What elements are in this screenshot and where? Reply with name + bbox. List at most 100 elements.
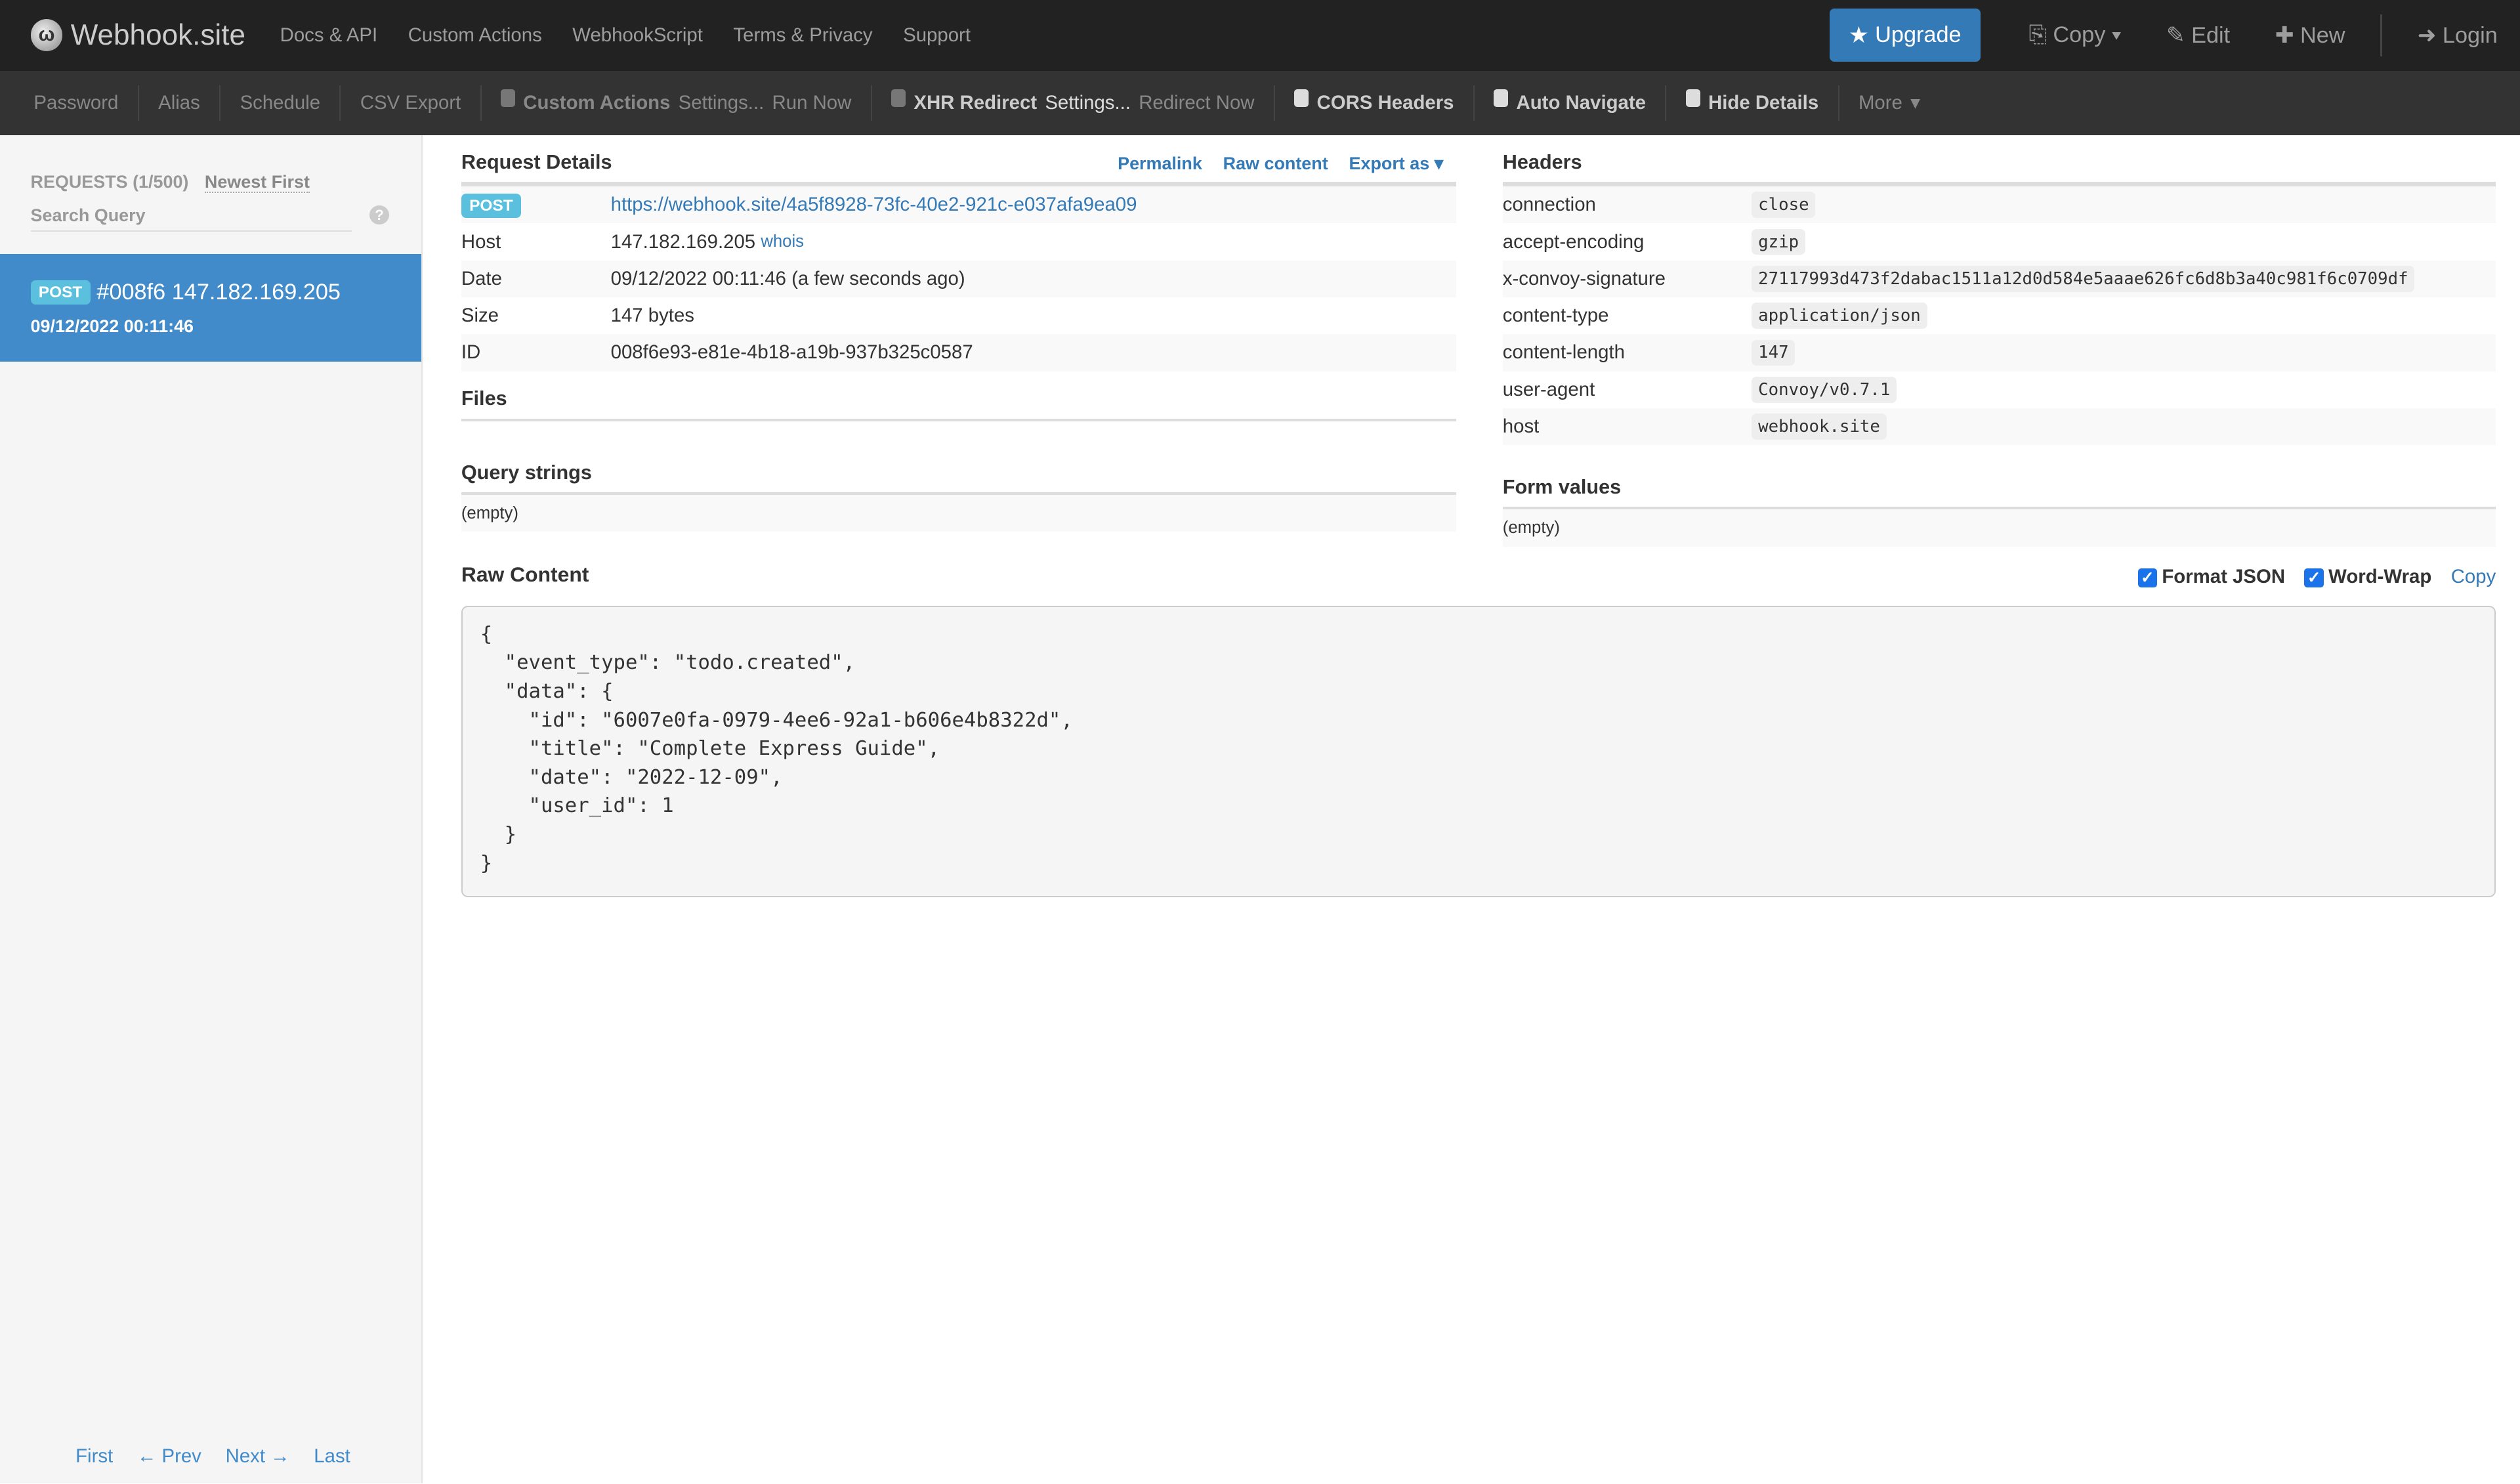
- edit-icon: ✎: [2166, 22, 2192, 48]
- headers-panel: Headers connection close accept-encoding gz…: [1502, 135, 2496, 547]
- format-json-label: Format JSON: [2162, 566, 2286, 588]
- custom-actions-checkbox[interactable]: [501, 89, 516, 107]
- xhr-redirect-label: XHR Redirect: [914, 91, 1038, 114]
- format-json-toggle[interactable]: ✓ Format JSON: [2137, 566, 2286, 588]
- permalink-link[interactable]: Permalink: [1118, 154, 1202, 174]
- detail-key: Host: [461, 230, 501, 253]
- help-icon[interactable]: ?: [369, 205, 389, 224]
- copy-button[interactable]: ⎘ Copy ▾: [2028, 22, 2121, 48]
- top-navbar: ω Webhook.site Docs & API Custom Actions …: [0, 0, 2520, 71]
- header-key: content-type: [1502, 305, 1609, 327]
- detail-row: Size 147 bytes: [461, 297, 1456, 334]
- upgrade-button[interactable]: ★ Upgrade: [1829, 9, 1981, 62]
- word-wrap-toggle[interactable]: ✓ Word-Wrap: [2304, 566, 2431, 588]
- login-button[interactable]: ➜ Login: [2418, 22, 2498, 49]
- raw-content-link[interactable]: Raw content: [1223, 154, 1328, 174]
- header-row: connection close: [1502, 186, 2496, 224]
- nav-terms[interactable]: Terms & Privacy: [733, 24, 872, 47]
- header-row: host webhook.site: [1502, 408, 2496, 446]
- next-page-link[interactable]: Next →: [226, 1445, 290, 1468]
- password-button[interactable]: Password: [14, 85, 139, 121]
- request-time: 09/12/2022 00:11:46: [30, 316, 194, 337]
- search-input[interactable]: Search Query?: [30, 205, 389, 232]
- header-key: accept-encoding: [1502, 230, 1645, 253]
- search-placeholder: Search Query: [30, 205, 146, 225]
- custom-actions-settings[interactable]: Settings...: [679, 92, 765, 114]
- edit-button[interactable]: ✎ Edit: [2166, 22, 2230, 49]
- export-as-dropdown[interactable]: Export as ▾: [1349, 154, 1444, 174]
- detail-row: Date 09/12/2022 00:11:46 (a few seconds a…: [461, 260, 1456, 297]
- whois-link[interactable]: whois: [761, 232, 804, 251]
- header-row: user-agent Convoy/v0.7.1: [1503, 371, 2496, 408]
- csv-export-button[interactable]: CSV Export: [341, 85, 482, 121]
- checkbox-checked-icon: ✓: [2304, 568, 2324, 588]
- files-heading: Files: [461, 387, 507, 410]
- copy-label: Copy: [2053, 22, 2106, 48]
- header-row: x-convoy-signature 27117993d473f2dabac151…: [1502, 260, 2496, 297]
- header-row: content-length 147: [1502, 334, 2496, 371]
- caret-down-icon: ▾: [1910, 92, 1920, 114]
- hide-details-checkbox[interactable]: [1685, 89, 1700, 107]
- checkbox-checked-icon: ✓: [2137, 568, 2157, 588]
- webhook-url-link[interactable]: https://webhook.site/4a5f8928-73fc-40e2-…: [611, 194, 1137, 216]
- custom-actions-label: Custom Actions: [523, 91, 671, 114]
- xhr-redirect-checkbox[interactable]: [891, 89, 906, 107]
- header-value: gzip: [1752, 228, 1805, 255]
- new-label: New: [2300, 22, 2345, 48]
- alias-button[interactable]: Alias: [139, 85, 221, 121]
- more-dropdown[interactable]: More ▾: [1839, 85, 1940, 121]
- pagination: First ← Prev Next → Last: [75, 1445, 350, 1468]
- header-key: connection: [1502, 194, 1596, 216]
- detail-value: 09/12/2022 00:11:46 (a few seconds ago): [610, 267, 965, 289]
- export-label: Export as: [1349, 153, 1430, 173]
- requests-count: REQUESTS (1/500): [30, 172, 189, 192]
- nav-docs[interactable]: Docs & API: [280, 24, 378, 47]
- last-page-link[interactable]: Last: [314, 1445, 350, 1468]
- upgrade-label: Upgrade: [1875, 22, 1962, 48]
- raw-options: ✓ Format JSON ✓ Word-Wrap Copy: [2137, 566, 2496, 588]
- star-icon: ★: [1848, 22, 1876, 48]
- header-row: content-type application/json: [1503, 297, 2496, 334]
- action-toolbar: Password Alias Schedule CSV Export Custo…: [0, 70, 2520, 135]
- nav-support[interactable]: Support: [903, 24, 971, 47]
- caret-down-icon: ▾: [2111, 22, 2122, 48]
- schedule-button[interactable]: Schedule: [220, 85, 341, 121]
- detail-key: ID: [461, 341, 481, 364]
- header-key: host: [1502, 415, 1540, 438]
- nav-custom-actions[interactable]: Custom Actions: [408, 24, 542, 47]
- request-details-heading: Request Details: [461, 150, 612, 173]
- caret-down-icon: ▾: [1434, 153, 1444, 173]
- run-now-button[interactable]: Run Now: [772, 92, 852, 114]
- header-value: application/json: [1752, 303, 1927, 329]
- form-values-heading: Form values: [1502, 475, 1622, 498]
- header-value: close: [1752, 192, 1816, 219]
- cors-checkbox[interactable]: [1294, 89, 1309, 107]
- plus-icon: ✚: [2275, 22, 2300, 48]
- detail-value: 147.182.169.205: [610, 230, 756, 253]
- cors-label: CORS Headers: [1316, 91, 1454, 114]
- login-label: Login: [2442, 22, 2498, 48]
- brand-logo[interactable]: ω Webhook.site: [30, 19, 245, 52]
- raw-content-body[interactable]: { "event_type": "todo.created", "data": …: [461, 606, 2496, 897]
- sort-toggle[interactable]: Newest First: [204, 172, 310, 194]
- xhr-settings[interactable]: Settings...: [1045, 92, 1131, 114]
- header-value: 147: [1752, 339, 1796, 366]
- detail-row: Host 147.182.169.205 whois: [461, 223, 1456, 260]
- first-page-link[interactable]: First: [75, 1445, 113, 1468]
- copy-raw-button[interactable]: Copy: [2451, 566, 2496, 588]
- edit-label: Edit: [2191, 22, 2231, 48]
- hide-details-label: Hide Details: [1708, 91, 1819, 114]
- query-strings-heading: Query strings: [461, 461, 592, 484]
- auto-navigate-checkbox[interactable]: [1494, 89, 1509, 107]
- clipboard-icon: ⎘: [2028, 22, 2053, 48]
- request-title: #008f6 147.182.169.205: [96, 280, 341, 305]
- sidebar: REQUESTS (1/500) Newest First Search Quer…: [0, 135, 423, 1484]
- header-key: content-length: [1502, 341, 1625, 364]
- method-badge: POST: [461, 194, 521, 219]
- redirect-now-button[interactable]: Redirect Now: [1139, 92, 1254, 114]
- nav-webhookscript[interactable]: WebhookScript: [572, 24, 703, 47]
- prev-page-link[interactable]: ← Prev: [137, 1445, 201, 1468]
- detail-key: Date: [461, 267, 502, 289]
- new-button[interactable]: ✚ New: [2275, 22, 2345, 49]
- request-list-item[interactable]: POST #008f6 147.182.169.205 09/12/2022 00…: [0, 253, 421, 362]
